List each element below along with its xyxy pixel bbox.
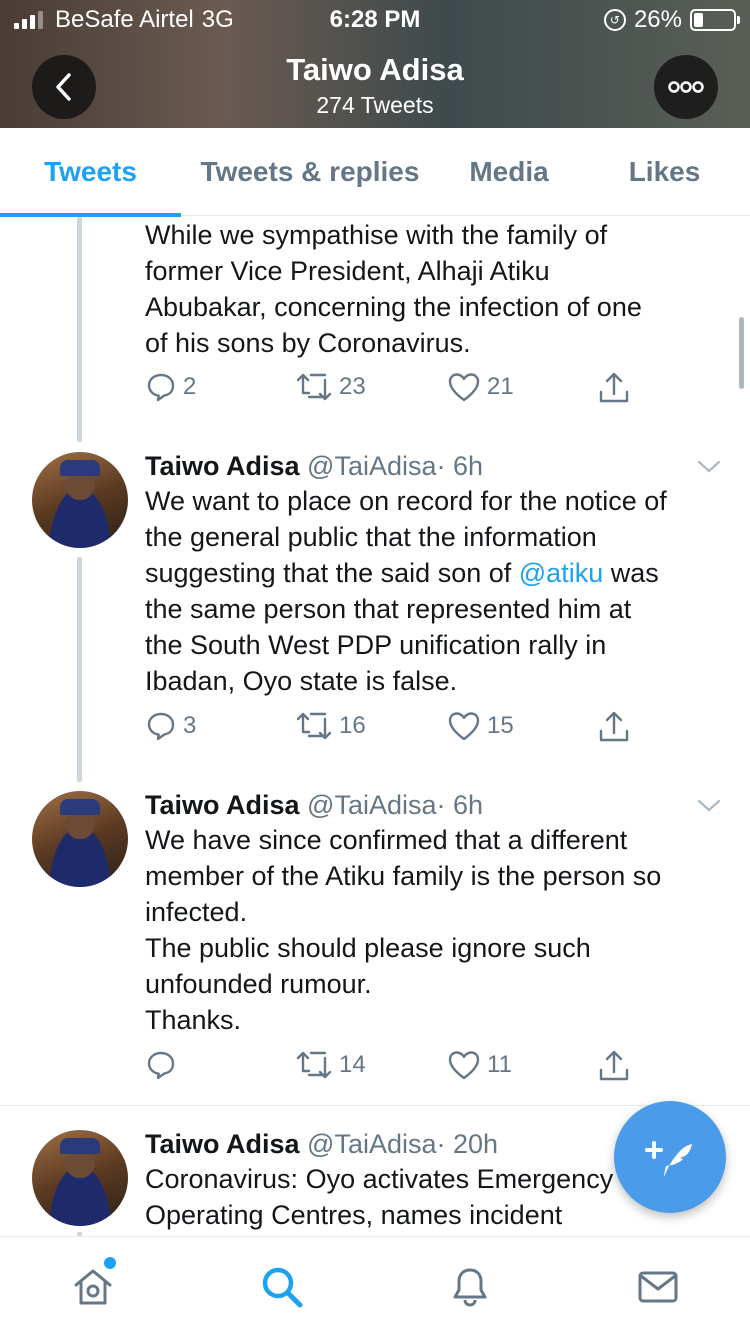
chevron-down-icon[interactable] xyxy=(696,453,722,479)
scrollbar[interactable] xyxy=(739,317,744,389)
tweet-feed[interactable]: While we sympathise with the family of f… xyxy=(0,217,750,1237)
share-icon xyxy=(599,711,629,742)
share-button[interactable] xyxy=(597,371,631,405)
reply-button[interactable]: 3 xyxy=(145,710,196,742)
compose-tweet-icon xyxy=(645,1141,692,1177)
like-count: 21 xyxy=(487,373,514,400)
retweet-count: 14 xyxy=(339,1051,366,1078)
reply-icon xyxy=(147,712,175,741)
nav-notifications[interactable] xyxy=(448,1265,492,1309)
share-icon xyxy=(599,372,629,403)
retweet-button[interactable]: 14 xyxy=(295,1049,366,1081)
share-button[interactable] xyxy=(597,710,631,744)
retweet-icon xyxy=(296,373,332,401)
tweet-text: While we sympathise with the family of f… xyxy=(145,220,642,358)
nav-home[interactable] xyxy=(71,1265,115,1309)
tweet-count: 274 Tweets xyxy=(316,92,434,118)
retweet-count: 16 xyxy=(339,712,366,739)
tweet-time: · 6h xyxy=(436,451,484,481)
tweet-text: We have since confirmed that a different… xyxy=(145,825,662,1035)
author-name[interactable]: Taiwo Adisa xyxy=(145,1129,300,1159)
like-button[interactable]: 15 xyxy=(447,710,514,742)
share-button[interactable] xyxy=(597,1049,631,1083)
like-count: 15 xyxy=(487,712,514,739)
thread-line xyxy=(77,217,82,442)
tweet-time: · 6h xyxy=(436,790,484,820)
profile-tabs: Tweets Tweets & replies Media Likes xyxy=(0,128,750,217)
heart-icon xyxy=(448,373,480,402)
avatar[interactable] xyxy=(32,791,128,887)
status-bar: BeSafe Airtel 3G 6:28 PM ↺ 26% xyxy=(0,0,750,40)
tweet-header: Taiwo Adisa @TaiAdisa· 6h xyxy=(145,788,483,822)
retweet-button[interactable]: 23 xyxy=(295,371,366,403)
tweet-divider xyxy=(0,1105,750,1106)
tweet-text: We want to place on record for the notic… xyxy=(145,483,725,699)
reply-count: 2 xyxy=(183,373,197,400)
bell-icon xyxy=(453,1268,487,1307)
avatar[interactable] xyxy=(32,452,128,548)
profile-name: Taiwo Adisa xyxy=(286,52,464,87)
more-options-button[interactable] xyxy=(654,55,718,119)
heart-icon xyxy=(448,1051,480,1080)
tweet-header: Taiwo Adisa @TaiAdisa· 6h xyxy=(145,449,483,483)
heart-icon xyxy=(448,712,480,741)
tab-likes[interactable]: Likes xyxy=(579,128,750,216)
mail-icon xyxy=(638,1271,678,1303)
retweet-icon xyxy=(296,1051,332,1079)
nav-messages[interactable] xyxy=(636,1265,680,1309)
profile-title: Taiwo Adisa 274 Tweets xyxy=(0,52,750,119)
share-icon xyxy=(599,1050,629,1081)
home-notification-dot xyxy=(104,1257,116,1269)
tweet-actions: 14 11 xyxy=(145,1049,645,1089)
rotation-lock-icon: ↺ xyxy=(603,9,626,31)
retweet-count: 23 xyxy=(339,373,366,400)
bottom-navigation xyxy=(0,1236,750,1334)
tweet-actions: 2 23 21 xyxy=(145,371,645,411)
tab-media[interactable]: Media xyxy=(439,128,579,216)
battery-icon xyxy=(690,9,740,31)
retweet-icon xyxy=(296,712,332,740)
like-button[interactable]: 21 xyxy=(447,371,514,403)
like-button[interactable]: 11 xyxy=(447,1049,512,1081)
home-icon xyxy=(74,1269,112,1305)
more-dots-icon xyxy=(668,81,704,93)
author-handle[interactable]: @TaiAdisa xyxy=(307,451,436,481)
battery-percent: 26% xyxy=(633,6,682,33)
author-name[interactable]: Taiwo Adisa xyxy=(145,451,300,481)
tweet-header: Taiwo Adisa @TaiAdisa· 20h xyxy=(145,1127,498,1161)
thread-line xyxy=(77,557,82,782)
author-handle[interactable]: @TaiAdisa xyxy=(307,790,436,820)
avatar[interactable] xyxy=(32,1130,128,1226)
reply-icon xyxy=(147,373,175,402)
reply-button[interactable]: 2 xyxy=(145,371,196,403)
tweet-time: · 20h xyxy=(436,1129,499,1159)
reply-count: 3 xyxy=(183,712,197,739)
compose-tweet-button[interactable] xyxy=(614,1101,726,1213)
nav-search[interactable] xyxy=(260,1265,304,1309)
reply-icon xyxy=(147,1051,175,1080)
author-name[interactable]: Taiwo Adisa xyxy=(145,790,300,820)
profile-header: BeSafe Airtel 3G 6:28 PM ↺ 26% Taiwo Adi… xyxy=(0,0,750,128)
search-icon xyxy=(262,1267,303,1308)
chevron-down-icon[interactable] xyxy=(696,792,722,818)
retweet-button[interactable]: 16 xyxy=(295,710,366,742)
tab-tweets-and-replies[interactable]: Tweets & replies xyxy=(181,128,439,216)
tweet-actions: 3 16 15 xyxy=(145,710,645,750)
tab-tweets[interactable]: Tweets xyxy=(0,128,181,217)
mention-link[interactable]: @atiku xyxy=(519,558,603,588)
reply-button[interactable] xyxy=(145,1049,183,1081)
author-handle[interactable]: @TaiAdisa xyxy=(307,1129,436,1159)
like-count: 11 xyxy=(487,1051,512,1078)
